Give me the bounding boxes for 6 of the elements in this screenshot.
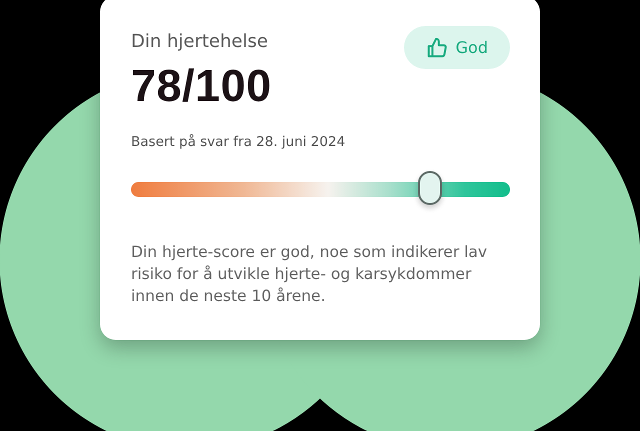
thumbs-up-icon: [426, 36, 448, 58]
description-text: Din hjerte-score er god, noe som indikerer lav risiko for å utvikle hjerte- og karsykdommer innen de neste 10 årene.: [131, 242, 488, 307]
status-badge: God: [404, 26, 510, 69]
score-value: 78/100: [131, 59, 272, 113]
basis-text: Basert på svar fra 28. juni 2024: [131, 133, 346, 151]
card-title: Din hjertehelse: [131, 30, 269, 54]
